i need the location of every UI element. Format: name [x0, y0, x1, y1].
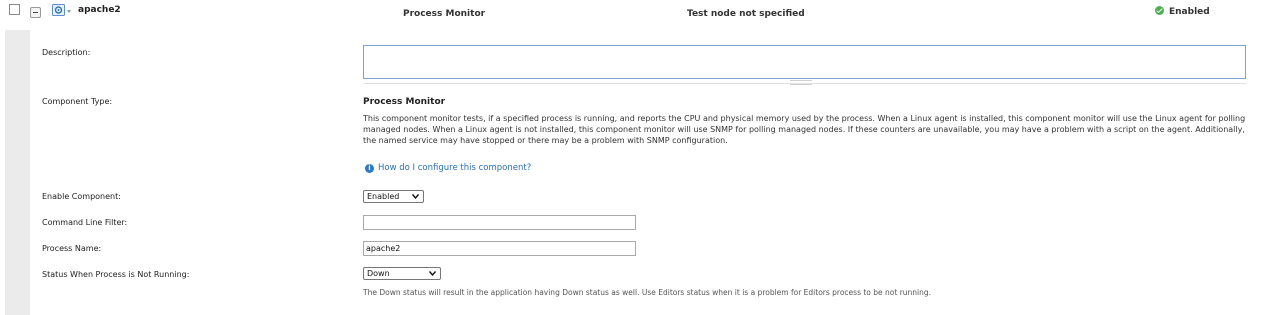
- process-name-input[interactable]: apache2: [363, 241, 636, 256]
- component-type-title: Process Monitor: [363, 97, 446, 107]
- chevron-down-icon: [412, 194, 419, 199]
- status-badge: Enabled: [1155, 6, 1210, 17]
- status-not-running-label: Status When Process is Not Running:: [42, 270, 190, 279]
- process-monitor-icon: [52, 4, 71, 16]
- divider: [363, 83, 1246, 84]
- command-line-filter-input[interactable]: [363, 215, 636, 230]
- select-checkbox[interactable]: [9, 4, 20, 15]
- test-node-header: Test node not specified: [687, 9, 805, 19]
- component-type-description: This component monitor tests, if a speci…: [363, 114, 1246, 146]
- help-link[interactable]: i How do I configure this component?: [365, 163, 531, 173]
- component-type-header: Process Monitor: [403, 9, 486, 19]
- status-not-running-value: Down: [367, 269, 390, 278]
- status-not-running-select[interactable]: Down: [363, 267, 441, 280]
- component-name[interactable]: apache2: [78, 5, 121, 15]
- description-textarea[interactable]: [363, 45, 1246, 79]
- component-type-label: Component Type:: [42, 97, 113, 106]
- component-header-row: apache2 Process Monitor Test node not sp…: [0, 0, 1266, 30]
- command-line-filter-label: Command Line Filter:: [42, 218, 128, 227]
- enable-component-label: Enable Component:: [42, 192, 121, 201]
- info-icon: i: [365, 164, 374, 173]
- description-label: Description:: [42, 48, 91, 57]
- chevron-down-icon: [429, 271, 436, 276]
- process-name-label: Process Name:: [42, 244, 102, 253]
- check-circle-icon: [1155, 6, 1164, 15]
- enable-component-value: Enabled: [367, 192, 400, 201]
- help-link-text[interactable]: How do I configure this component?: [378, 163, 531, 173]
- collapse-icon[interactable]: [30, 7, 41, 18]
- status-text: Enabled: [1169, 7, 1210, 17]
- status-not-running-note: The Down status will result in the appli…: [363, 288, 932, 297]
- enable-component-select[interactable]: Enabled: [363, 190, 424, 203]
